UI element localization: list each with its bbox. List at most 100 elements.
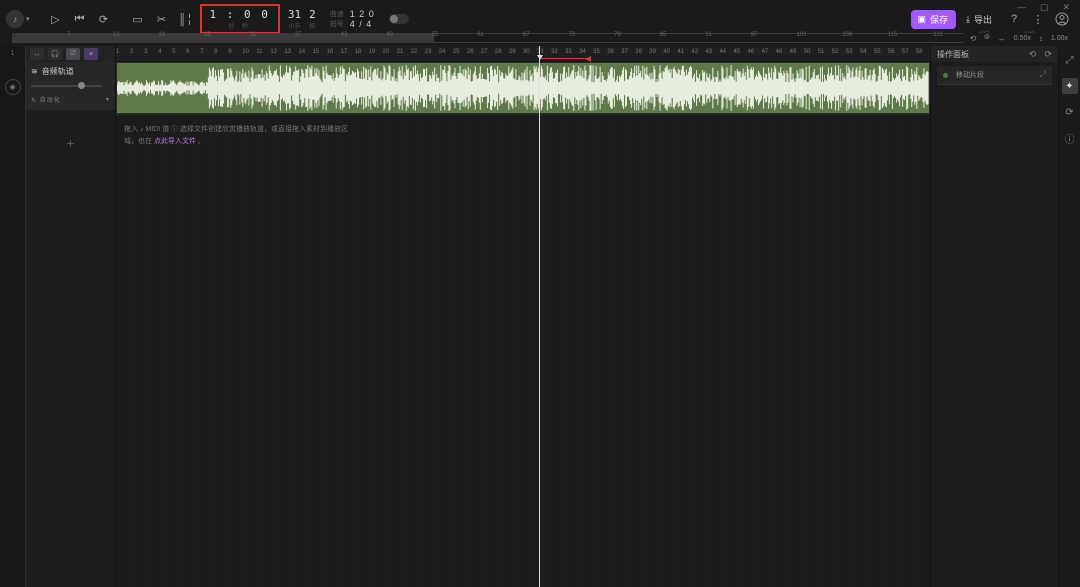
action-expand-icon[interactable]: ⤢ xyxy=(1040,70,1046,80)
overview-viewport[interactable] xyxy=(12,33,434,43)
hzoom-value[interactable]: 0.50x xyxy=(1014,35,1031,42)
track-tool-row: ↔ 🎧 ⎚ + xyxy=(26,46,115,62)
split-tool-button[interactable]: ║╎ xyxy=(177,10,195,28)
rail-link-button[interactable]: ⟳ xyxy=(1062,104,1078,120)
rail-info-button[interactable]: ⓘ xyxy=(1062,130,1078,146)
ruler-tick: 19 xyxy=(369,49,376,55)
ruler-tick: 47 xyxy=(762,49,769,55)
zoom-reset-icon[interactable]: ⟲ xyxy=(969,34,976,43)
track-wave-icon: ≋ xyxy=(31,67,38,76)
ruler-tick: 41 xyxy=(677,49,684,55)
playhead[interactable] xyxy=(539,46,540,587)
ruler-tick: 4 xyxy=(158,49,161,55)
overview-mark: 13 xyxy=(113,32,120,38)
overview-mark: 55 xyxy=(432,32,439,38)
ruler-tick: 27 xyxy=(481,49,488,55)
action-item[interactable]: 移动片段 ⤢ xyxy=(937,66,1052,85)
app-logo[interactable]: ♪ xyxy=(6,10,24,28)
ruler-tick: 1 xyxy=(116,49,119,55)
ruler-tick: 38 xyxy=(635,49,642,55)
track-mute-button[interactable]: ◉ xyxy=(5,79,21,95)
ruler-tick: 6 xyxy=(186,49,189,55)
timeline-ruler[interactable]: 1234567891011121314151617181920212223242… xyxy=(116,46,930,62)
vzoom-value[interactable]: 1.00x xyxy=(1051,35,1068,42)
ruler-tick: 29 xyxy=(509,49,516,55)
cut-tool-button[interactable]: ✂ xyxy=(153,10,171,28)
timeline-empty-area[interactable] xyxy=(116,116,930,587)
app-menu-caret-icon[interactable]: ▾ xyxy=(26,15,30,23)
track-header-panel: ↔ 🎧 ⎚ + ≋ 音频轨道 ↻ 自动化 ▾ + xyxy=(26,46,116,587)
ruler-tick: 35 xyxy=(593,49,600,55)
ruler-tick: 26 xyxy=(467,49,474,55)
ruler-tick: 13 xyxy=(284,49,291,55)
undo-button[interactable]: ⟲ xyxy=(1029,49,1037,59)
audio-lane xyxy=(116,62,930,116)
overview-mark: 7 xyxy=(67,32,70,38)
import-file-link[interactable]: 点此导入文件 xyxy=(154,138,196,145)
ruler-tick: 52 xyxy=(832,49,839,55)
ruler-tick: 55 xyxy=(874,49,881,55)
time-display[interactable]: 1 : 0 0 分 秒 xyxy=(202,6,278,32)
tempo-sig-value: 4 / 4 xyxy=(350,19,373,29)
ruler-tick: 21 xyxy=(397,49,404,55)
bar-beat-display[interactable]: 31 小节 2 拍 xyxy=(288,8,316,30)
ruler-tick: 15 xyxy=(312,49,319,55)
metronome-toggle[interactable] xyxy=(389,14,409,24)
overview-mark: 67 xyxy=(523,32,530,38)
ruler-tick: 39 xyxy=(649,49,656,55)
tool-view[interactable]: ⎚ xyxy=(66,48,80,60)
tempo-display[interactable]: 曲速1 2 0 拍号4 / 4 xyxy=(330,9,375,29)
tool-arrange[interactable]: ↔ xyxy=(30,48,44,60)
loop-button[interactable]: ⟳ xyxy=(95,10,113,28)
volume-slider[interactable] xyxy=(31,83,110,89)
select-tool-button[interactable]: ▭ xyxy=(129,10,147,28)
help-button[interactable]: ? xyxy=(1006,11,1022,27)
track-expand-icon[interactable]: ▾ xyxy=(106,96,110,103)
reset-icon[interactable]: ⦾ xyxy=(984,34,990,42)
tool-add[interactable]: + xyxy=(84,48,98,60)
time-value: 1 : 0 0 xyxy=(210,8,270,21)
track-name-label: ≋ 音频轨道 xyxy=(31,66,110,77)
ruler-tick: 8 xyxy=(214,49,217,55)
save-button[interactable]: ▣ 保存 xyxy=(911,10,956,29)
more-button[interactable]: ⋮ xyxy=(1030,11,1046,27)
ruler-tick: 54 xyxy=(860,49,867,55)
ruler-tick: 2 xyxy=(130,49,133,55)
track-index-1: 1 xyxy=(11,50,15,57)
overview-mark: 79 xyxy=(614,32,621,38)
tempo-bpm-label: 曲速 xyxy=(330,9,344,19)
beat-label: 拍 xyxy=(309,21,315,30)
ruler-tick: 23 xyxy=(425,49,432,55)
ruler-tick: 43 xyxy=(705,49,712,55)
ruler-tick: 5 xyxy=(172,49,175,55)
audio-clip[interactable] xyxy=(116,62,930,114)
arrangement-overview[interactable]: 7131925313743495561677379859197103109115… xyxy=(12,33,1068,43)
overview-mark: 61 xyxy=(477,32,484,38)
ruler-tick: 34 xyxy=(579,49,586,55)
redo-button[interactable]: ⟳ xyxy=(1044,49,1052,59)
actions-panel: 操作面板 ⟲ ⟳ 移动片段 ⤢ ⤢ ✦ ⟳ ⓘ xyxy=(930,46,1080,587)
hzoom-icon: ↔ xyxy=(998,34,1006,43)
add-track-icon: + xyxy=(66,135,74,151)
track-card[interactable]: ≋ 音频轨道 ↻ 自动化 ▾ xyxy=(26,62,115,111)
export-button[interactable]: ⤓ 导出 xyxy=(966,13,992,26)
rail-magic-button[interactable]: ✦ xyxy=(1062,78,1078,94)
automation-label[interactable]: ↻ 自动化 xyxy=(31,95,61,104)
timeline[interactable]: 1234567891011121314151617181920212223242… xyxy=(116,46,930,587)
overview-mark: 91 xyxy=(705,32,712,38)
skip-back-button[interactable]: ⏮ xyxy=(71,10,89,28)
ruler-tick: 22 xyxy=(411,49,418,55)
overview-mark: 43 xyxy=(341,32,348,38)
tool-monitor[interactable]: 🎧 xyxy=(48,48,62,60)
track-index-rail: 1 ◉ xyxy=(0,46,26,587)
ruler-tick: 32 xyxy=(551,49,558,55)
play-button[interactable]: ▷ xyxy=(47,10,65,28)
rail-expand-button[interactable]: ⤢ xyxy=(1062,52,1078,68)
drop-hint-line2b: 。 xyxy=(198,138,205,145)
annotation-arrow xyxy=(541,58,590,59)
account-button[interactable] xyxy=(1054,11,1070,27)
ruler-tick: 14 xyxy=(298,49,305,55)
actions-panel-title: 操作面板 xyxy=(937,49,969,60)
add-track-area[interactable]: + xyxy=(26,111,115,587)
overview-mark: 103 xyxy=(797,32,807,38)
